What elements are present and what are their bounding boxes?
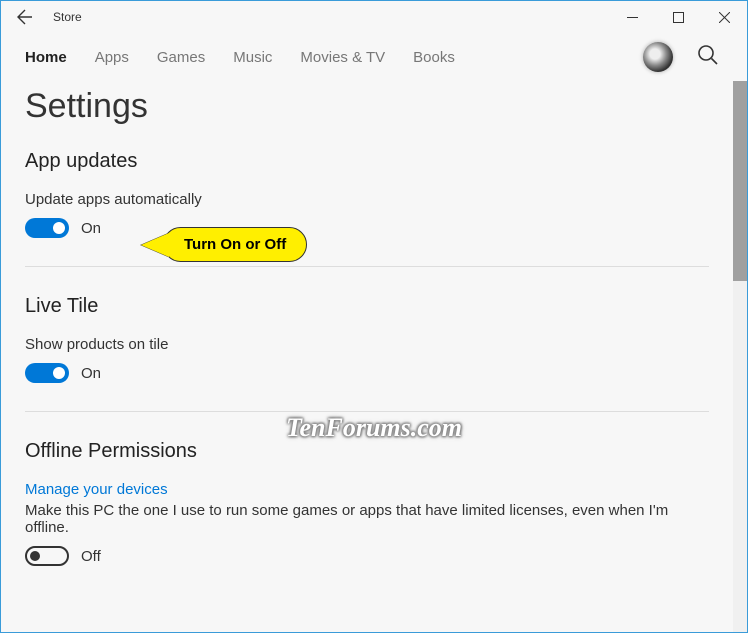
section-app-updates: App updates Update apps automatically On: [25, 150, 709, 238]
titlebar: Store: [1, 1, 747, 33]
window-title: Store: [53, 10, 82, 24]
toggle-knob: [53, 222, 65, 234]
nav-home[interactable]: Home: [25, 49, 81, 66]
scrollbar-thumb[interactable]: [733, 81, 747, 281]
section-header-live-tile: Live Tile: [25, 295, 709, 318]
link-manage-devices[interactable]: Manage your devices: [25, 481, 168, 498]
close-icon: [719, 12, 730, 23]
toggle-knob: [53, 367, 65, 379]
content-area: Settings App updates Update apps automat…: [1, 81, 733, 632]
divider: [25, 411, 709, 412]
toggle-update-apps[interactable]: [25, 218, 69, 238]
vertical-scrollbar[interactable]: [733, 81, 747, 632]
page-title: Settings: [25, 87, 709, 126]
nav-apps[interactable]: Apps: [81, 49, 143, 66]
search-icon: [697, 44, 719, 66]
nav-music[interactable]: Music: [219, 49, 286, 66]
nav-games[interactable]: Games: [143, 49, 219, 66]
nav-books[interactable]: Books: [399, 49, 469, 66]
section-header-offline: Offline Permissions: [25, 440, 709, 463]
callout-bubble: Turn On or Off: [163, 227, 307, 262]
back-arrow-icon: [17, 9, 33, 25]
offline-description: Make this PC the one I use to run some g…: [25, 502, 709, 536]
label-update-apps: Update apps automatically: [25, 191, 709, 208]
toggle-state-update-apps: On: [81, 220, 101, 237]
toggle-offline-pc[interactable]: [25, 546, 69, 566]
maximize-button[interactable]: [655, 1, 701, 33]
toggle-state-show-products: On: [81, 365, 101, 382]
maximize-icon: [673, 12, 684, 23]
toggle-knob: [30, 551, 40, 561]
minimize-icon: [627, 12, 638, 23]
store-window: Store Home Apps Games Music Movies & TV …: [0, 0, 748, 633]
callout-tail: [141, 233, 169, 257]
label-show-products: Show products on tile: [25, 336, 709, 353]
avatar[interactable]: [643, 42, 673, 72]
toggle-state-offline: Off: [81, 548, 101, 565]
search-button[interactable]: [693, 40, 723, 75]
toggle-show-products[interactable]: [25, 363, 69, 383]
close-button[interactable]: [701, 1, 747, 33]
minimize-button[interactable]: [609, 1, 655, 33]
section-header-app-updates: App updates: [25, 150, 709, 173]
section-offline-permissions: Offline Permissions Manage your devices …: [25, 440, 709, 566]
nav-bar: Home Apps Games Music Movies & TV Books: [1, 33, 747, 81]
back-button[interactable]: [9, 1, 41, 33]
divider: [25, 266, 709, 267]
section-live-tile: Live Tile Show products on tile On: [25, 295, 709, 383]
annotation-callout: Turn On or Off: [141, 227, 307, 262]
nav-movies-tv[interactable]: Movies & TV: [286, 49, 399, 66]
